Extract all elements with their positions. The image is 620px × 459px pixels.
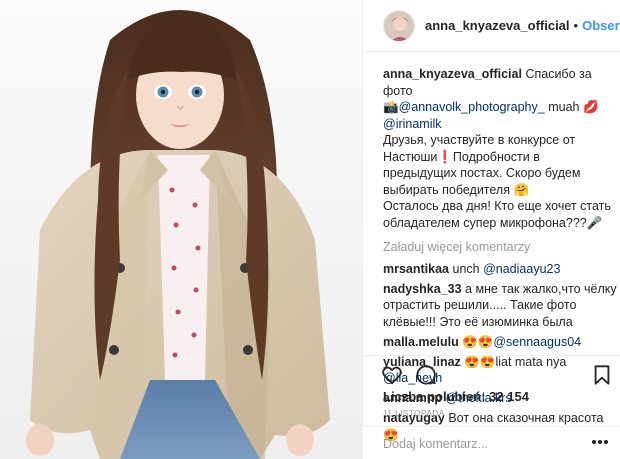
header-separator: • — [573, 18, 579, 33]
likes-count[interactable]: Liczba polubień: 32 154 — [383, 389, 529, 404]
post-side-panel: anna_knyazeva_official • Obserwuj anna_k… — [362, 0, 620, 459]
load-more-comments-button[interactable]: Załaduj więcej komentarzy — [383, 239, 617, 256]
avatar[interactable] — [383, 9, 415, 42]
comment-text: unch — [452, 261, 480, 276]
comment-username[interactable]: malla.melulu — [383, 335, 459, 349]
caption-text-4: Осталось два дня! Кто еще хочет стать об… — [383, 199, 611, 230]
comment-mention[interactable]: @sennaagus04 — [493, 335, 581, 349]
post-header: anna_knyazeva_official • Obserwuj — [363, 0, 620, 52]
instagram-post: anna_knyazeva_official • Obserwuj anna_k… — [0, 0, 620, 459]
comment-icon[interactable] — [415, 364, 437, 386]
bookmark-icon[interactable] — [591, 364, 613, 386]
heart-eyes-emoji-icon: 😍😍 — [462, 334, 494, 349]
add-comment-input[interactable] — [383, 437, 573, 451]
microphone-emoji-icon: 🎤 — [586, 215, 603, 230]
action-bar — [363, 355, 620, 389]
add-comment-bar — [363, 426, 620, 459]
avatar-image — [384, 10, 414, 41]
post-date[interactable]: 11 LISTOPADA — [383, 408, 445, 418]
comment-username[interactable]: nadyshka_33 — [383, 282, 462, 296]
caption-username[interactable]: anna_knyazeva_official — [383, 67, 522, 81]
caption-mention-1[interactable]: @annavolk_photography_ — [399, 100, 545, 114]
comment-item: nadyshka_33 а мне так жалко,что чёлку от… — [383, 281, 617, 331]
more-options-icon[interactable] — [591, 439, 609, 445]
comment-text: Вот она сказочная красота — [448, 411, 604, 425]
camera-emoji-icon: 📸 — [383, 100, 399, 114]
kiss-emoji-icon: 💋 — [582, 100, 599, 114]
comment-mention[interactable]: @nadiaayu23 — [483, 262, 560, 276]
comment-username[interactable]: mrsantikaa — [383, 262, 449, 276]
heart-icon[interactable] — [381, 364, 403, 386]
post-photo[interactable] — [0, 0, 362, 459]
caption: anna_knyazeva_official Спасибо за фото 📸… — [383, 66, 617, 231]
caption-muah: muah — [548, 100, 580, 114]
header-username[interactable]: anna_knyazeva_official — [425, 18, 570, 33]
exclamation-emoji-icon: ❗ — [437, 149, 453, 164]
comment-item: malla.melulu 😍😍@sennaagus04 — [383, 334, 617, 351]
photo-illustration — [0, 0, 362, 459]
hug-emoji-icon: 🤗 — [513, 182, 530, 197]
follow-button[interactable]: Obserwuj — [582, 18, 620, 33]
comment-item: mrsantikaa unch @nadiaayu23 — [383, 261, 617, 278]
caption-mention-2[interactable]: @irinamilk — [383, 117, 442, 131]
